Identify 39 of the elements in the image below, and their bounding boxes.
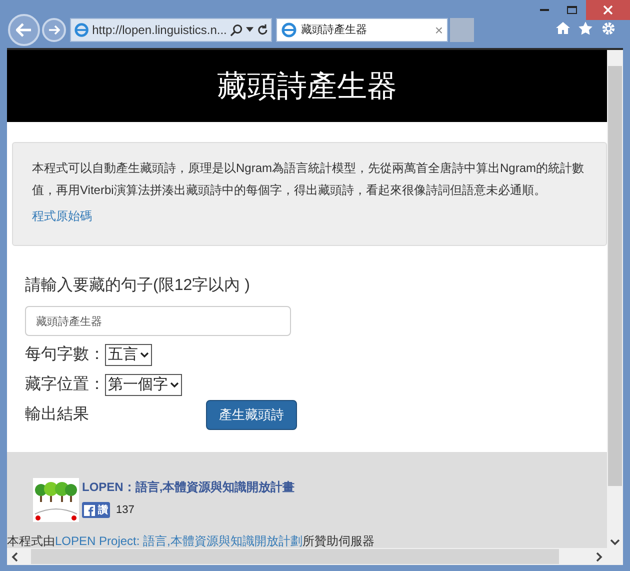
refresh-icon[interactable] (256, 24, 268, 36)
sponsor-link[interactable]: LOPEN Project: 語言,本體資源與知識開放計劃 (55, 534, 302, 548)
home-icon[interactable] (556, 20, 570, 34)
source-code-link[interactable]: 程式原始碼 (32, 207, 92, 225)
select-label: 每句字數： (25, 344, 105, 365)
star-icon[interactable] (578, 20, 593, 36)
caret-icon[interactable] (246, 27, 254, 33)
sentence-input-field[interactable]: 藏頭詩產生器 (25, 306, 291, 336)
dropdown[interactable]: 第一個字 (105, 374, 182, 396)
back-button[interactable] (8, 14, 40, 46)
vertical-scrollbar[interactable] (607, 50, 623, 548)
settings-icon[interactable] (601, 20, 616, 36)
browser-tab[interactable]: 藏頭詩產生器 × (276, 18, 448, 42)
close-button[interactable] (586, 0, 630, 20)
horizontal-scrollbar[interactable] (7, 548, 623, 565)
chevron-down-icon (140, 352, 149, 358)
logo-drawing (33, 478, 79, 522)
forward-arrow-icon (48, 25, 60, 35)
close-icon (603, 5, 613, 15)
facebook-icon (84, 504, 95, 516)
scrollbar-thumb[interactable] (31, 549, 559, 564)
organization-link[interactable]: LOPEN：語言,本體資源與知識開放計畫 (82, 478, 295, 496)
like-button[interactable]: 讚 (82, 502, 110, 518)
generate-button[interactable]: 產生藏頭詩 (206, 400, 297, 430)
dropdown[interactable]: 五言 (105, 344, 152, 366)
scrollbar-thumb[interactable] (608, 66, 622, 486)
like-count: 137 (116, 503, 134, 518)
forward-button[interactable] (42, 18, 66, 42)
page-title: 藏頭詩產生器 (217, 68, 397, 104)
input-prompt: 請輸入要藏的句子(限12字以內 ) (25, 276, 251, 296)
address-field[interactable]: http://lopen.linguistics.n... (70, 18, 272, 42)
tab-close-button[interactable]: × (434, 23, 443, 37)
output-label: 輸出結果 (25, 404, 90, 425)
select-label: 藏字位置： (25, 374, 105, 395)
search-icon[interactable] (230, 23, 244, 37)
sponsor-text: 本程式由LOPEN Project: 語言,本體資源與知識開放計劃所贊助伺服器 (7, 534, 376, 548)
chevron-down-icon (170, 382, 179, 388)
back-arrow-icon (16, 23, 32, 37)
intro-text: 本程式可以自動產生藏頭詩，原理是以Ngram為語言統計模型，先從兩萬首全唐詩中算出Ngram的統計數值，再用Viterbi演算法拼湊出藏頭詩中的每個字，得出藏頭詩，看起來很像詩詞但語意未必通順。 (32, 160, 586, 199)
